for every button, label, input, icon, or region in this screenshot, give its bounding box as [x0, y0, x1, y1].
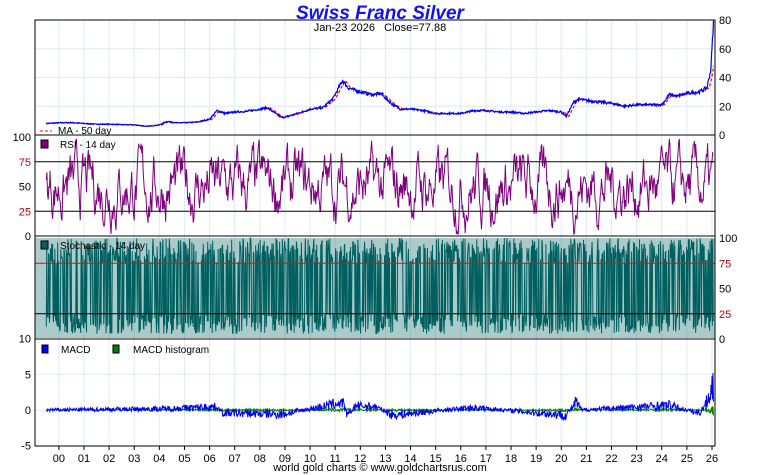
rsi-legend-label: RSI - 14 day [60, 140, 116, 151]
subtitle-date: Jan-23 2026 [313, 22, 375, 34]
rsi-tick-label: 0 [25, 231, 31, 243]
ma-50-line [46, 65, 715, 127]
stoch-tick-label: 100 [719, 233, 737, 245]
macd-tick-label: 10 [19, 334, 31, 346]
rsi-legend-swatch [40, 139, 49, 149]
stoch-legend-swatch [40, 240, 49, 250]
stoch-tick-label: 0 [719, 334, 725, 346]
price-tick-label: 0 [719, 130, 725, 142]
rsi-tick-label: 50 [19, 182, 31, 194]
subtitle-close: Close=77.88 [384, 22, 447, 34]
macd-tick-label: 5 [25, 369, 31, 381]
rsi-tick-label: 75 [19, 157, 31, 169]
stoch-tick-label: 75 [719, 258, 731, 270]
macd-legend-label: MACD [61, 345, 90, 356]
macd-tick-label: -5 [21, 441, 31, 453]
macd-histogram-legend-swatch [112, 344, 120, 354]
macd-tick-label: 0 [25, 405, 31, 417]
chart: 0 20 40 60 80 MA - 50 day 0 25 50 75 100 RSI - 14 d… [0, 0, 760, 475]
stoch-tick-label: 25 [719, 309, 731, 321]
macd-histogram-legend-label: MACD histogram [133, 345, 209, 356]
chart-subtitle: Jan-23 2026 Close=77.88 [0, 22, 760, 34]
footer-credit: world gold charts © www.goldchartsrus.co… [273, 462, 487, 474]
macd-line [45, 373, 714, 422]
stoch-legend-label: Stochastic - 14 day [60, 241, 145, 252]
chart-canvas: 020406080MA - 50 day0255075100RSI - 14 d… [13, 15, 738, 465]
price-tick-label: 60 [719, 44, 731, 56]
price-line [45, 20, 715, 128]
stoch-tick-label: 50 [719, 284, 731, 296]
rsi-line [45, 138, 714, 236]
stoch-line [45, 236, 714, 335]
price-tick-label: 40 [719, 73, 731, 85]
macd-legend-swatch [41, 344, 49, 354]
rsi-tick-label: 100 [13, 132, 31, 144]
price-tick-label: 20 [719, 101, 731, 113]
rsi-tick-label: 25 [19, 206, 31, 218]
